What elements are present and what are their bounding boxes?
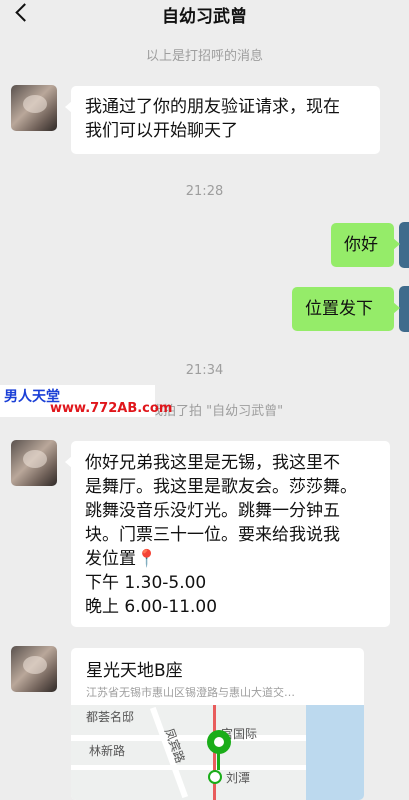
message-text: 位置发下 xyxy=(305,299,373,319)
timestamp: 21:28 xyxy=(185,184,224,199)
message-text: 下午 1.30-5.00 xyxy=(85,573,207,593)
system-note-greeting: 以上是打招呼的消息 xyxy=(145,49,263,64)
message-text: 你好 xyxy=(344,235,378,255)
location-map[interactable]: 都荟名邸 林新路 凤宾路 宫国际 刘潭 xyxy=(71,705,364,800)
watermark-url: www.772AB.com xyxy=(50,401,173,416)
my-avatar[interactable] xyxy=(399,222,409,268)
location-title: 星光天地B座 xyxy=(86,661,183,681)
my-avatar[interactable] xyxy=(399,286,409,332)
message-text: 跳舞没音乐没灯光。跳舞一分钟五 xyxy=(85,501,340,521)
chat-title: 自幼习武曾 xyxy=(162,7,247,27)
map-water xyxy=(306,705,364,800)
map-pin-icon xyxy=(207,730,231,754)
message-text: 块。门票三十一位。要来给我说我 xyxy=(85,525,340,545)
message-bubble-outgoing[interactable]: 你好 xyxy=(331,223,400,267)
map-label: 都荟名邸 xyxy=(86,710,135,724)
message-text: 我通过了你的朋友验证请求，现在 xyxy=(85,97,340,117)
location-address: 江苏省无锡市惠山区锡澄路与惠山大道交… xyxy=(86,686,295,699)
message-bubble-incoming[interactable]: 你好兄弟我这里是无锡，我这里不 是舞厅。我这里是歌友会。莎莎舞。 跳舞没音乐没灯… xyxy=(65,441,390,627)
message-text: 我们可以开始聊天了 xyxy=(85,121,238,141)
metro-station-icon xyxy=(208,770,222,784)
message-text: 发位置📍 xyxy=(85,549,158,569)
message-bubble-incoming[interactable]: 我通过了你的朋友验证请求，现在 我们可以开始聊天了 xyxy=(65,86,380,154)
map-pin-stem xyxy=(217,752,220,770)
location-card[interactable]: 星光天地B座 江苏省无锡市惠山区锡澄路与惠山大道交… 都荟名邸 林新路 凤宾路 … xyxy=(71,648,364,800)
contact-avatar[interactable] xyxy=(11,85,57,131)
map-label: 凤宾路 xyxy=(161,726,188,765)
message-text: 晚上 6.00-11.00 xyxy=(85,597,218,617)
chat-header: 自幼习武曾 xyxy=(0,0,409,30)
map-label: 刘潭 xyxy=(226,771,251,785)
contact-avatar[interactable] xyxy=(11,646,57,692)
message-text: 你好兄弟我这里是无锡，我这里不 xyxy=(85,453,340,473)
timestamp: 21:34 xyxy=(185,363,224,378)
message-bubble-outgoing[interactable]: 位置发下 xyxy=(292,287,400,331)
contact-avatar[interactable] xyxy=(11,440,57,486)
map-label: 林新路 xyxy=(89,744,126,758)
message-text: 是舞厅。我这里是歌友会。莎莎舞。 xyxy=(85,477,357,497)
